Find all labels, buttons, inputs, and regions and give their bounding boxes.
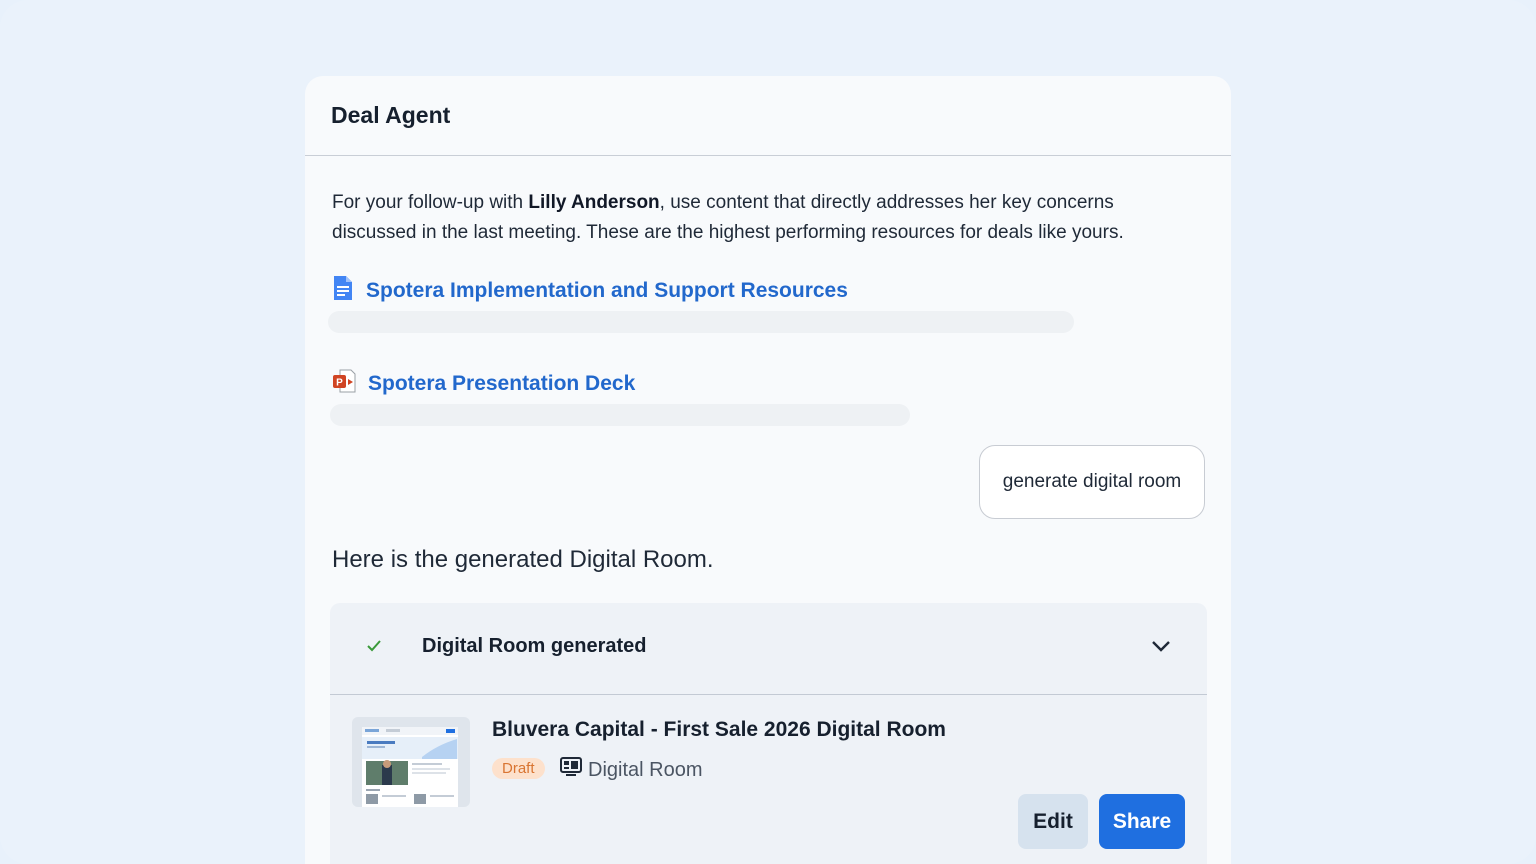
check-icon — [366, 639, 382, 658]
resource-description-placeholder — [330, 404, 910, 426]
resource-item-implementation[interactable]: Spotera Implementation and Support Resou… — [332, 276, 848, 305]
google-doc-icon — [332, 276, 354, 305]
result-status: Digital Room generated — [422, 635, 647, 657]
svg-text:P: P — [336, 378, 343, 389]
digital-room-icon — [560, 757, 582, 783]
room-type: Digital Room — [560, 757, 702, 783]
draft-status-badge: Draft — [492, 758, 545, 779]
agent-intro-message: For your follow-up with Lilly Anderson, … — [332, 188, 1152, 248]
result-header[interactable]: Digital Room generated — [330, 603, 1207, 695]
intro-prefix: For your follow-up with — [332, 192, 529, 213]
panel-title: Deal Agent — [305, 76, 1231, 156]
resource-description-placeholder — [328, 311, 1074, 333]
powerpoint-icon: P — [332, 369, 356, 398]
resource-link[interactable]: Spotera Implementation and Support Resou… — [366, 279, 848, 303]
room-type-label: Digital Room — [588, 758, 703, 781]
room-title[interactable]: Bluvera Capital - First Sale 2026 Digita… — [492, 718, 946, 742]
edit-button[interactable]: Edit — [1018, 794, 1088, 849]
user-message-bubble: generate digital room — [979, 445, 1205, 519]
app-frame: Deal Agent For your follow-up with Lilly… — [0, 0, 1536, 864]
share-button[interactable]: Share — [1099, 794, 1185, 849]
chevron-down-icon[interactable] — [1151, 639, 1171, 658]
digital-room-thumbnail[interactable] — [352, 717, 470, 807]
agent-reply-text: Here is the generated Digital Room. — [332, 546, 714, 573]
contact-name: Lilly Anderson — [528, 192, 660, 213]
deal-agent-panel: Deal Agent For your follow-up with Lilly… — [305, 76, 1231, 864]
digital-room-result-card: Digital Room generated Bluvera Capital -… — [330, 603, 1207, 864]
resource-link[interactable]: Spotera Presentation Deck — [368, 372, 635, 396]
resource-item-presentation[interactable]: P Spotera Presentation Deck — [332, 369, 635, 398]
